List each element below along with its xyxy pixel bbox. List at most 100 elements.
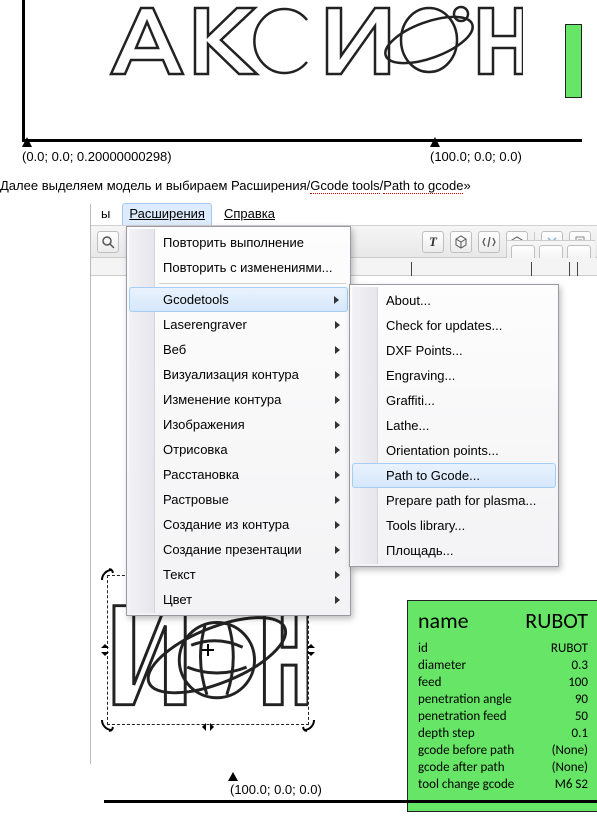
submenu-arrow-icon: [335, 371, 340, 379]
submenu-gcodetools: About... Check for updates... DXF Points…: [349, 284, 559, 567]
menu-gcodetools[interactable]: Gcodetools: [129, 287, 348, 312]
menu-laserengraver[interactable]: Laserengraver: [129, 312, 348, 337]
menu-text[interactable]: Текст: [129, 562, 348, 587]
instruction-link2: Path to gcode: [383, 178, 463, 194]
instruction-suffix: »: [463, 178, 470, 193]
menu-item-label: Отрисовка: [163, 442, 228, 457]
tool-row-key: penetration angle: [418, 691, 512, 708]
page-edge-bottom: [104, 800, 597, 803]
submenu-arrow-icon: [335, 496, 340, 504]
menu-repeat-changes[interactable]: Повторить с изменениями...: [129, 255, 348, 280]
rotate-handle-br[interactable]: [302, 718, 316, 732]
tool-row-key: feed: [418, 674, 441, 691]
menu-item-label: Изменение контура: [163, 392, 281, 407]
toolbtn-3d-icon[interactable]: [450, 231, 472, 253]
rotate-handle-tl[interactable]: [100, 568, 114, 582]
orientation-point-bottom: (100.0; 0.0; 0.0): [230, 782, 322, 797]
toolbtn-xml-icon[interactable]: [478, 231, 500, 253]
tool-row-val: 90: [575, 691, 588, 708]
menu-images[interactable]: Изображения: [129, 412, 348, 437]
tool-row-val: (None): [552, 742, 588, 759]
tool-row-val: (None): [552, 759, 588, 776]
skew-handle-bottom[interactable]: [201, 720, 215, 734]
menu-render[interactable]: Отрисовка: [129, 437, 348, 462]
submenu-arrow-icon: [335, 396, 340, 404]
menu-web[interactable]: Веб: [129, 337, 348, 362]
sub-path-to-gcode[interactable]: Path to Gcode...: [352, 463, 556, 488]
toolbtn-zoom-icon[interactable]: [97, 231, 119, 253]
tool-row-key: tool change gcode: [418, 776, 514, 793]
menubar-item-fragment[interactable]: ы: [95, 204, 116, 225]
instruction-text: Далее выделяем модель и выбираем Расшире…: [0, 178, 597, 193]
logo-aksion-outline: [103, 0, 523, 94]
menu-gcodetools-label: Gcodetools: [163, 292, 229, 307]
tool-row-val: 0.3: [572, 657, 588, 674]
submenu-arrow-icon: [334, 296, 339, 304]
tool-row-key: depth step: [418, 725, 475, 742]
menu-modify[interactable]: Изменение контура: [129, 387, 348, 412]
inkscape-window-crop: ы Расширения Справка T: [90, 204, 597, 764]
sub-area[interactable]: Площадь...: [352, 538, 556, 563]
sub-dxf[interactable]: DXF Points...: [352, 338, 556, 363]
menu-item-label: Создание презентации: [163, 542, 302, 557]
tool-row-key: gcode after path: [418, 759, 505, 776]
menu-arrange[interactable]: Расстановка: [129, 462, 348, 487]
menu-item-label: Растровые: [163, 492, 229, 507]
skew-handle-left[interactable]: [98, 643, 112, 657]
tool-row-key: penetration feed: [418, 708, 507, 725]
tool-row-val: RUBOT: [551, 640, 588, 657]
menu-repeat[interactable]: Повторить выполнение: [129, 230, 348, 255]
skew-handle-right[interactable]: [304, 643, 318, 657]
sub-orientation[interactable]: Orientation points...: [352, 438, 556, 463]
menu-visualize[interactable]: Визуализация контура: [129, 362, 348, 387]
orientation-point-right: (100.0; 0.0; 0.0): [430, 149, 522, 164]
tool-header-key: name: [418, 607, 469, 634]
submenu-arrow-icon: [335, 521, 340, 529]
submenu-arrow-icon: [335, 446, 340, 454]
menubar: ы Расширения Справка: [91, 204, 597, 226]
sub-about[interactable]: About...: [352, 288, 556, 313]
tool-row-val: 50: [575, 708, 588, 725]
tool-row-key: gcode before path: [418, 742, 514, 759]
menu-color[interactable]: Цвет: [129, 587, 348, 612]
instruction-link1: Gcode tools: [310, 178, 379, 194]
submenu-arrow-icon: [335, 571, 340, 579]
sub-graffiti[interactable]: Graffiti...: [352, 388, 556, 413]
tool-row-val: M6 S2: [555, 776, 588, 793]
menu-item-label: Расстановка: [163, 467, 239, 482]
submenu-arrow-icon: [335, 346, 340, 354]
sub-lathe[interactable]: Lathe...: [352, 413, 556, 438]
rotation-center-icon[interactable]: [202, 644, 214, 656]
submenu-arrow-icon: [335, 596, 340, 604]
menu-raster[interactable]: Растровые: [129, 487, 348, 512]
tool-row-val: 0.1: [572, 725, 588, 742]
submenu-arrow-icon: [335, 471, 340, 479]
sub-engraving[interactable]: Engraving...: [352, 363, 556, 388]
menubar-item-help[interactable]: Справка: [218, 204, 281, 225]
tool-row-key: diameter: [418, 657, 466, 674]
menu-generate-path[interactable]: Создание из контура: [129, 512, 348, 537]
tool-header-val: RUBOT: [525, 607, 588, 634]
menu-item-label: Цвет: [163, 592, 192, 607]
submenu-arrow-icon: [335, 421, 340, 429]
menu-extensions: Повторить выполнение Повторить с изменен…: [126, 226, 351, 616]
menu-item-label: Визуализация контура: [163, 367, 299, 382]
text-tool-icon[interactable]: T: [422, 231, 444, 253]
submenu-arrow-icon: [335, 321, 340, 329]
menu-item-label: Текст: [163, 567, 196, 582]
menu-presentation[interactable]: Создание презентации: [129, 537, 348, 562]
sub-plasma[interactable]: Prepare path for plasma...: [352, 488, 556, 513]
tool-row-key: id: [418, 640, 428, 657]
sub-tools-lib[interactable]: Tools library...: [352, 513, 556, 538]
submenu-arrow-icon: [335, 546, 340, 554]
menubar-help-label: Справка: [224, 206, 275, 221]
canvas-top: [22, 0, 582, 142]
menubar-item-extensions[interactable]: Расширения: [122, 203, 212, 225]
menu-item-label: Laserengraver: [163, 317, 247, 332]
menu-separator: [159, 283, 346, 284]
sub-updates[interactable]: Check for updates...: [352, 313, 556, 338]
rotate-handle-bl[interactable]: [100, 718, 114, 732]
tool-panel-edge: [565, 24, 582, 98]
orientation-point-left: (0.0; 0.0; 0.20000000298): [22, 149, 172, 164]
tool-row-val: 100: [568, 674, 588, 691]
